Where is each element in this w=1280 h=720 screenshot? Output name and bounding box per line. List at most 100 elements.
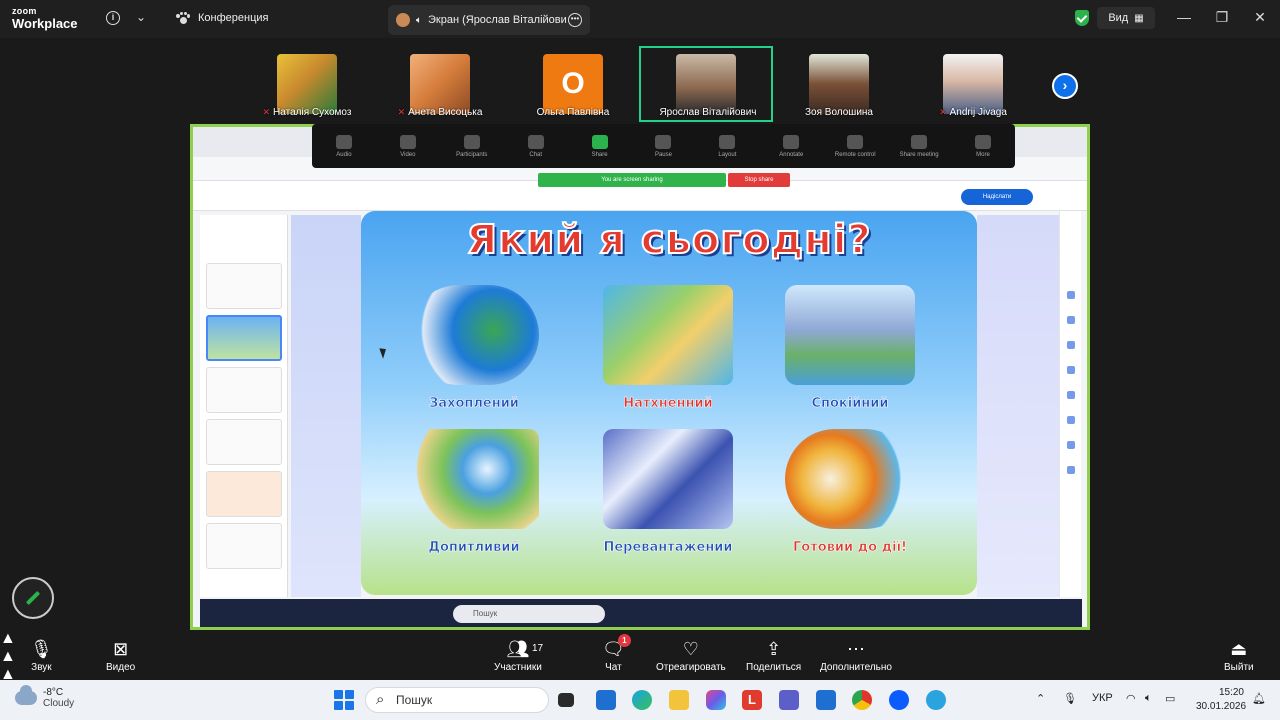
store-icon[interactable]	[596, 690, 616, 710]
taskbar-search[interactable]: Пошук	[365, 687, 549, 713]
share-view-tab[interactable]: 🔈︎ Экран (Ярослав Віталійови •••	[388, 5, 590, 35]
minimize-icon[interactable]: —	[1174, 9, 1194, 25]
share-toolbar-item: Chat	[504, 124, 568, 168]
video-options-chevron-icon[interactable]: ▲	[0, 648, 1280, 666]
participants-button[interactable]: 👥︎ Участники	[494, 636, 542, 673]
weather-widget[interactable]: -8°C Cloudy	[15, 685, 74, 709]
mood-label: Натхненний	[623, 396, 713, 412]
telegram-icon[interactable]	[926, 690, 946, 710]
chat-unread-badge: 1	[617, 634, 631, 647]
mood-card: Готовий до дії!	[765, 425, 935, 555]
participant-tile[interactable]: ✕ Анета Висоцька	[373, 46, 507, 122]
audio-button[interactable]: 🎙︎ Звук	[30, 636, 53, 673]
meeting-name[interactable]: Конференция	[176, 12, 268, 24]
l-app-icon[interactable]: L	[742, 690, 762, 710]
chat-button[interactable]: 🗨︎ 1 Чат	[602, 634, 631, 673]
react-label: Отреагировать	[656, 662, 726, 673]
more-options-icon[interactable]: •••	[568, 13, 582, 27]
date: 30.01.2026	[1196, 701, 1247, 712]
share-toolbar-item: Share meeting	[887, 124, 951, 168]
share-toolbar-item: Video	[376, 124, 440, 168]
clock[interactable]: 15:20 30.01.2026	[1196, 686, 1247, 714]
share-button[interactable]: ⇪ Поделиться	[746, 636, 801, 673]
mood-card: Захоплений	[389, 281, 559, 411]
battery-icon[interactable]: ▭	[1165, 692, 1175, 705]
video-label: Видео	[106, 662, 136, 673]
participant-tile[interactable]: ✕ Andrij Jivaga	[906, 46, 1040, 122]
mountain-lake-image	[785, 285, 915, 385]
share-label: Поделиться	[746, 662, 802, 673]
info-icon[interactable]: i	[106, 11, 120, 25]
chat-label: Чат	[605, 662, 622, 673]
volume-icon[interactable]: 🔈︎	[1145, 692, 1152, 705]
edge-icon[interactable]	[632, 690, 652, 710]
share-screen-icon: ⇪	[766, 639, 782, 659]
right-tool-rail	[1059, 211, 1081, 597]
participant-tile-active-speaker[interactable]: Ярослав Віталійович	[639, 46, 773, 122]
slide: Який я сьогодні? Захоплений Натхненний С…	[361, 211, 977, 595]
video-button[interactable]: ⊠ Видео	[106, 636, 135, 673]
share-toolbar: Audio Video Participants Chat Share Pause Layo…	[312, 124, 1015, 168]
slide-thumbnail-selected	[206, 315, 282, 361]
react-button[interactable]: ♡ Отреагировать	[656, 636, 726, 673]
view-button[interactable]: Вид ▦	[1097, 7, 1155, 29]
canvas-background	[291, 215, 361, 597]
share-toolbar-label: Pause	[654, 151, 672, 158]
file-explorer-icon[interactable]	[669, 690, 689, 710]
leave-button[interactable]: ⏏︎ Выйти	[1224, 636, 1254, 673]
annotate-pen-button[interactable]	[12, 577, 54, 619]
close-icon[interactable]: ✕	[1250, 9, 1270, 26]
share-toolbar-label: Layout	[718, 151, 737, 158]
audio-options-chevron-icon[interactable]: ▲	[0, 630, 1280, 648]
share-toolbar-label: More	[976, 151, 990, 158]
stop-share-button: Stop share	[728, 173, 790, 187]
slide-thumbnail	[206, 471, 282, 517]
teams-icon[interactable]	[779, 690, 799, 710]
zoom-taskbar-icon[interactable]	[889, 690, 909, 710]
share-toolbar-icon	[719, 134, 736, 149]
cloud-icon	[15, 685, 37, 705]
next-participants-button[interactable]: ›	[1052, 73, 1078, 99]
participant-tile[interactable]: О Ольга Павлівна	[506, 46, 640, 122]
participant-tile[interactable]: Зоя Волошина	[772, 46, 906, 122]
windows-start-icon[interactable]	[334, 690, 354, 710]
restore-icon[interactable]: ❐	[1212, 9, 1232, 26]
security-shield-icon[interactable]	[1075, 10, 1089, 26]
sharing-banner: You are screen sharing	[538, 173, 726, 187]
share-toolbar-item: Layout	[695, 124, 759, 168]
canvas-background	[977, 215, 1059, 597]
leave-label: Выйти	[1224, 662, 1254, 673]
copilot-icon[interactable]	[706, 690, 726, 710]
participants-count: 17	[532, 643, 544, 654]
participant-name: Ярослав Віталійович	[659, 107, 757, 118]
task-view-icon[interactable]	[558, 693, 574, 707]
share-toolbar-label: Participants	[456, 151, 488, 158]
chevron-down-icon[interactable]: ⌄	[136, 10, 146, 24]
slide-thumbnail	[206, 523, 282, 569]
sharer-avatar	[396, 13, 410, 27]
language-indicator[interactable]: УКР	[1092, 692, 1113, 704]
share-toolbar-icon	[335, 134, 352, 149]
mic-tray-icon[interactable]: 🎙︎	[1063, 692, 1077, 705]
notifications-icon[interactable]: 🔔︎	[1252, 692, 1266, 705]
participant-tile[interactable]: ✕ Наталія Сухомоз	[240, 46, 374, 122]
share-toolbar-icon	[463, 134, 480, 149]
mood-card: Допитливий	[389, 425, 559, 555]
map-magnifier-image	[409, 429, 539, 529]
chrome-icon[interactable]	[852, 690, 872, 710]
compass-robot-image	[785, 429, 915, 529]
chevron-up-icon[interactable]: ⌃	[1036, 692, 1045, 705]
mood-card: Перевантажений	[583, 425, 753, 555]
more-label: Дополнительно	[820, 662, 892, 673]
leave-door-icon: ⏏︎	[1230, 639, 1248, 659]
more-button[interactable]: ⋯ Дополнительно	[820, 636, 892, 673]
share-toolbar-item: More	[951, 124, 1015, 168]
participants-label: Участники	[494, 662, 542, 673]
share-toolbar-item: Pause	[632, 124, 696, 168]
slide-title: Який я сьогодні?	[465, 216, 872, 264]
shared-screen: You are screen sharing Stop share Надісл…	[190, 124, 1090, 630]
slide-thumbnail	[206, 367, 282, 413]
wifi-icon[interactable]: ◠	[1126, 692, 1136, 705]
share-toolbar-item: Participants	[440, 124, 504, 168]
outlook-icon[interactable]	[816, 690, 836, 710]
